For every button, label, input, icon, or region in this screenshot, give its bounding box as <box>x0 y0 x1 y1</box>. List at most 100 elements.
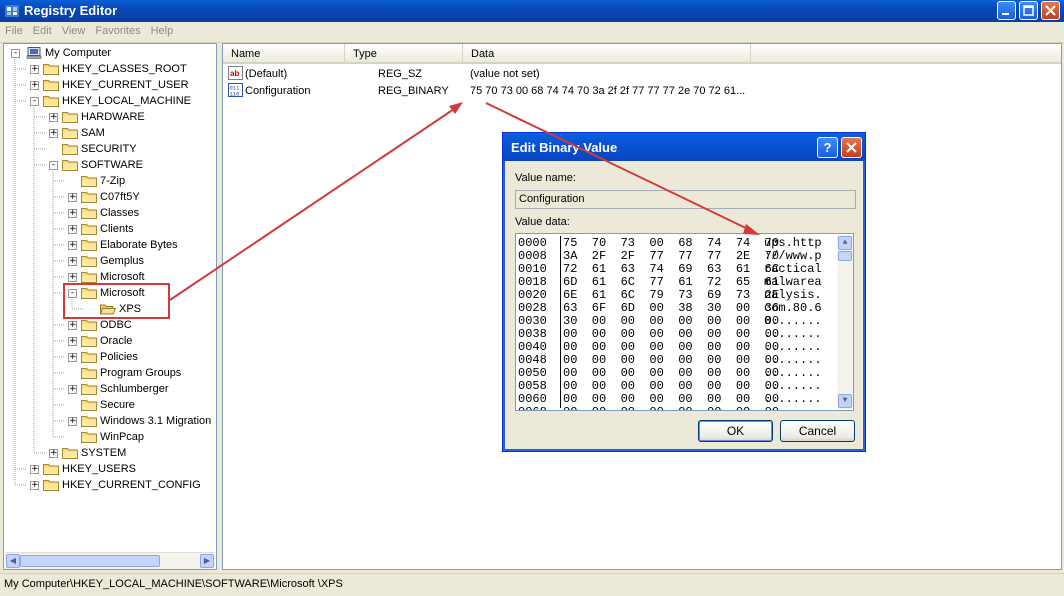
collapse-icon[interactable]: - <box>11 49 20 58</box>
tree-node-label: SYSTEM <box>81 447 127 459</box>
tree-node-label: WinPcap <box>100 431 145 443</box>
expand-icon[interactable]: + <box>30 465 39 474</box>
menu-favorites[interactable]: Favorites <box>90 22 145 37</box>
collapse-icon[interactable]: - <box>49 161 58 170</box>
expand-icon[interactable]: + <box>68 321 77 330</box>
expand-icon[interactable]: + <box>49 449 58 458</box>
hex-offset: 0038 <box>518 327 547 341</box>
tree-node-label: Schlumberger <box>100 383 169 395</box>
hex-row: 0028 63 6F 6D 00 38 30 00 36 com.80.6 <box>516 301 834 315</box>
tree-node[interactable]: + HKEY_CURRENT_USER <box>4 77 216 93</box>
expand-icon[interactable]: + <box>30 65 39 74</box>
hex-row: 0038 00 00 00 00 00 00 00 00........ <box>516 327 834 341</box>
expand-icon[interactable]: + <box>68 225 77 234</box>
expand-icon[interactable]: + <box>68 241 77 250</box>
column-name[interactable]: Name <box>223 44 345 64</box>
menu-file[interactable]: File <box>0 22 28 37</box>
tree-node[interactable]: - HKEY_LOCAL_MACHINE <box>4 93 216 109</box>
column-data[interactable]: Data <box>463 44 751 64</box>
value-data-editor[interactable]: ▲ ▼ 0000 75 70 73 00 68 74 74 70 ups.http 0… <box>515 233 854 411</box>
tree-node[interactable]: Program Groups <box>4 365 216 381</box>
expand-icon[interactable]: + <box>30 481 39 490</box>
folder-icon <box>81 224 97 235</box>
value-name-field: Configuration <box>515 190 856 209</box>
folder-icon <box>81 352 97 363</box>
hex-bytes: 00 00 00 00 00 00 00 00 <box>563 353 780 367</box>
tree-node[interactable]: + SAM <box>4 125 216 141</box>
tree-node[interactable]: + Schlumberger <box>4 381 216 397</box>
column-type[interactable]: Type <box>345 44 463 64</box>
tree-node[interactable]: WinPcap <box>4 429 216 445</box>
registry-editor-icon <box>5 5 19 17</box>
maximize-button[interactable] <box>1019 1 1038 20</box>
hex-vertical-scrollbar[interactable]: ▲ ▼ <box>837 235 853 409</box>
expand-icon[interactable]: + <box>68 337 77 346</box>
tree-node[interactable]: 7-Zip <box>4 173 216 189</box>
hex-offset: 0018 <box>518 275 547 289</box>
tree-node[interactable]: Secure <box>4 397 216 413</box>
collapse-icon[interactable]: - <box>30 97 39 106</box>
ok-button[interactable]: OK <box>698 420 773 442</box>
minimize-button[interactable] <box>997 1 1016 20</box>
scroll-thumb[interactable] <box>20 555 160 567</box>
tree-node[interactable]: + C07ft5Y <box>4 189 216 205</box>
folder-icon <box>43 464 59 475</box>
tree-node-label: SECURITY <box>81 143 137 155</box>
tree-node[interactable]: + Gemplus <box>4 253 216 269</box>
expand-icon[interactable]: + <box>68 273 77 282</box>
cancel-button[interactable]: Cancel <box>780 420 855 442</box>
menu-edit[interactable]: Edit <box>28 22 57 37</box>
computer-icon <box>26 47 42 59</box>
tree-horizontal-scrollbar[interactable]: ◀ ▶ <box>5 552 215 569</box>
expand-icon[interactable]: + <box>68 385 77 394</box>
dialog-close-button[interactable] <box>841 137 862 158</box>
tree-node-label: Classes <box>100 207 140 219</box>
menu-view[interactable]: View <box>57 22 91 37</box>
tree-node[interactable]: + Policies <box>4 349 216 365</box>
hex-offset: 0008 <box>518 249 547 263</box>
value-name: (Default) <box>245 68 288 80</box>
scroll-down-button[interactable]: ▼ <box>838 394 852 408</box>
expand-icon[interactable]: + <box>49 129 58 138</box>
tree-node[interactable]: + Clients <box>4 221 216 237</box>
dialog-help-button[interactable]: ? <box>817 137 838 158</box>
expand-icon[interactable]: + <box>68 257 77 266</box>
tree-node[interactable]: + HKEY_CURRENT_CONFIG <box>4 477 216 493</box>
expand-icon[interactable]: + <box>68 209 77 218</box>
hex-offset: 0040 <box>518 340 547 354</box>
scroll-left-button[interactable]: ◀ <box>6 554 20 568</box>
close-button[interactable] <box>1041 1 1060 20</box>
hex-bytes: 00 00 00 00 00 00 00 00 <box>563 340 780 354</box>
expand-icon[interactable]: + <box>30 81 39 90</box>
tree-node[interactable]: + HKEY_CLASSES_ROOT <box>4 61 216 77</box>
hex-ascii: 0....... <box>764 314 822 328</box>
folder-icon <box>81 272 97 283</box>
tree-node-label: My Computer <box>45 47 112 59</box>
value-row[interactable]: 011 110 Configuration REG_BINARY 75 70 73… <box>228 83 828 99</box>
hex-row: 0048 00 00 00 00 00 00 00 00........ <box>516 353 834 367</box>
hex-bytes: 63 6F 6D 00 38 30 00 36 <box>563 301 780 315</box>
tree-node[interactable]: - SOFTWARE <box>4 157 216 173</box>
expand-icon[interactable]: + <box>49 113 58 122</box>
tree-node[interactable]: + HKEY_USERS <box>4 461 216 477</box>
tree-node[interactable]: - My Computer <box>4 45 216 61</box>
value-row[interactable]: ab (Default) REG_SZ (value not set) <box>228 66 828 82</box>
tree-node-label: HARDWARE <box>81 111 145 123</box>
expand-icon[interactable]: + <box>68 353 77 362</box>
tree-node[interactable]: + Windows 3.1 Migration <box>4 413 216 429</box>
tree-node[interactable]: + HARDWARE <box>4 109 216 125</box>
expand-icon[interactable]: + <box>68 193 77 202</box>
scroll-right-button[interactable]: ▶ <box>200 554 214 568</box>
tree-node[interactable]: + Elaborate Bytes <box>4 237 216 253</box>
tree-node[interactable]: + Oracle <box>4 333 216 349</box>
hex-row: 0060 00 00 00 00 00 00 00 00........ <box>516 392 834 406</box>
tree-node[interactable]: + SYSTEM <box>4 445 216 461</box>
menu-help[interactable]: Help <box>146 22 179 37</box>
tree-node-label: HKEY_USERS <box>62 463 136 475</box>
tree-node[interactable]: SECURITY <box>4 141 216 157</box>
tree-node[interactable]: + Classes <box>4 205 216 221</box>
scroll-up-button[interactable]: ▲ <box>838 236 852 250</box>
scroll-thumb[interactable] <box>838 251 852 261</box>
expand-icon[interactable]: + <box>68 417 77 426</box>
tree-node[interactable]: + ODBC <box>4 317 216 333</box>
